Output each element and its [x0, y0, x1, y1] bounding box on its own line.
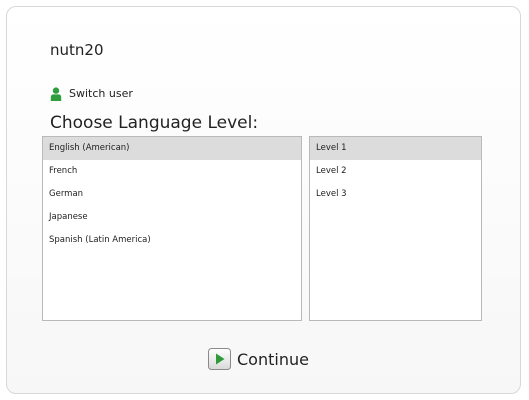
username-label: nutn20 [50, 41, 104, 59]
language-item[interactable]: French [43, 160, 301, 183]
switch-user-label: Switch user [69, 86, 133, 100]
level-item[interactable]: Level 3 [310, 183, 481, 206]
level-item[interactable]: Level 2 [310, 160, 481, 183]
play-icon [208, 348, 231, 370]
continue-label: Continue [237, 349, 309, 369]
language-item[interactable]: German [43, 183, 301, 206]
user-icon [50, 86, 62, 101]
language-item[interactable]: Spanish (Latin America) [43, 229, 301, 252]
language-item[interactable]: English (American) [43, 137, 301, 160]
language-list[interactable]: English (American) French German Japanes… [42, 136, 302, 321]
language-item[interactable]: Japanese [43, 206, 301, 229]
level-list[interactable]: Level 1 Level 2 Level 3 [309, 136, 482, 321]
switch-user-link[interactable]: Switch user [50, 85, 133, 101]
continue-button[interactable]: Continue [208, 346, 309, 372]
page-title: Choose Language Level: [50, 113, 259, 133]
level-item[interactable]: Level 1 [310, 137, 481, 160]
